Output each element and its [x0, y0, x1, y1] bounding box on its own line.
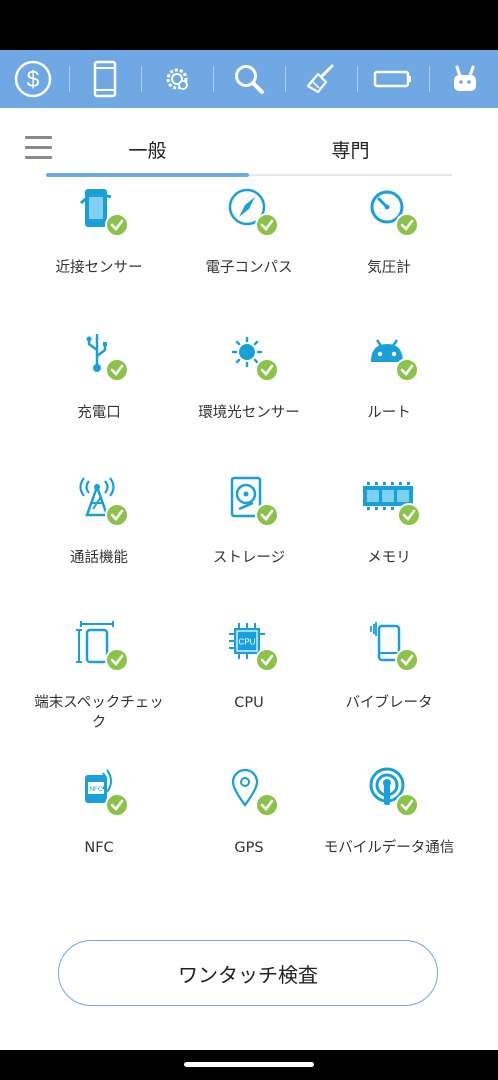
grid-item-label: メモリ: [367, 550, 411, 566]
gear-icon[interactable]: [147, 50, 207, 108]
proximity-sensor-icon: [73, 185, 129, 237]
hard-disk-icon: [223, 475, 279, 527]
check-icon: [395, 213, 419, 237]
check-icon: [395, 793, 419, 817]
rabbit-icon[interactable]: [435, 50, 495, 108]
check-icon: [395, 648, 419, 672]
grid-item-compass[interactable]: 電子コンパス: [174, 185, 324, 295]
grid-item-label: 気圧計: [367, 260, 411, 276]
top-toolbar: $: [0, 50, 498, 108]
grid-item-vibrator[interactable]: バイブレータ: [314, 620, 464, 730]
grid-item-memory[interactable]: メモリ: [314, 475, 464, 585]
status-bar: [0, 0, 498, 50]
svg-text:$: $: [27, 66, 40, 92]
home-indicator[interactable]: [184, 1062, 314, 1067]
toolbar-divider: [213, 66, 214, 92]
gps-icon: [223, 765, 279, 817]
grid-item-label: CPU: [234, 695, 264, 711]
grid-item-device-spec[interactable]: 端末スペックチェック: [24, 620, 174, 745]
check-icon: [105, 793, 129, 817]
grid-item-barometer[interactable]: 気圧計: [314, 185, 464, 295]
grid-item-nfc[interactable]: NFC NFC: [24, 765, 174, 875]
svg-text:CPU: CPU: [239, 638, 256, 647]
grid-item-cpu[interactable]: CPU CPU: [174, 620, 324, 730]
mobile-data-icon: [363, 765, 419, 817]
check-icon: [105, 503, 129, 527]
usb-icon: [73, 330, 129, 382]
device-spec-icon: [73, 620, 129, 672]
compass-icon: [223, 185, 279, 237]
grid-item-storage[interactable]: ストレージ: [174, 475, 324, 585]
grid-item-charging-port[interactable]: 充電口: [24, 330, 174, 440]
check-icon: [105, 213, 129, 237]
phone-icon[interactable]: [75, 50, 135, 108]
check-icon: [105, 648, 129, 672]
android-root-icon: [363, 330, 419, 382]
grid-item-call[interactable]: 通話機能: [24, 475, 174, 585]
grid-item-label: 端末スペックチェック: [34, 695, 164, 731]
check-icon: [397, 503, 421, 527]
grid-item-label: ルート: [367, 405, 411, 421]
broom-icon[interactable]: [291, 50, 351, 108]
check-icon: [255, 648, 279, 672]
tab-general[interactable]: 一般: [46, 136, 249, 172]
grid-item-label: 電子コンパス: [205, 260, 293, 276]
toolbar-divider: [357, 66, 358, 92]
search-icon[interactable]: [219, 50, 279, 108]
grid-item-proximity[interactable]: 近接センサー: [24, 185, 174, 295]
antenna-icon: [73, 475, 129, 527]
grid-item-label: NFC: [84, 840, 114, 856]
grid-item-label: モバイルデータ通信: [323, 840, 455, 856]
toolbar-divider: [429, 66, 430, 92]
check-icon: [255, 793, 279, 817]
toolbar-divider: [285, 66, 286, 92]
check-icon: [105, 358, 129, 382]
check-icon: [255, 213, 279, 237]
grid-item-gps[interactable]: GPS: [174, 765, 324, 875]
battery-icon[interactable]: [363, 50, 423, 108]
cpu-icon: CPU: [223, 620, 279, 672]
ambient-light-icon: [223, 330, 279, 382]
navigation-bar: [0, 1050, 498, 1080]
tab-expert[interactable]: 専門: [249, 136, 452, 172]
nfc-icon: NFC: [73, 765, 129, 817]
grid-item-label: 通話機能: [70, 550, 128, 566]
grid-item-mobile-data[interactable]: モバイルデータ通信: [314, 765, 464, 875]
check-icon: [395, 358, 419, 382]
dollar-icon[interactable]: $: [3, 50, 63, 108]
grid-item-ambient-light[interactable]: 環境光センサー: [174, 330, 324, 440]
check-icon: [255, 503, 279, 527]
check-icon: [255, 358, 279, 382]
memory-icon: [361, 475, 421, 527]
toolbar-divider: [69, 66, 70, 92]
grid-item-label: バイブレータ: [345, 695, 433, 711]
grid-item-label: ストレージ: [212, 550, 286, 566]
vibration-icon: [363, 620, 419, 672]
barometer-icon: [363, 185, 419, 237]
toolbar-divider: [141, 66, 142, 92]
tab-indicator: [46, 173, 249, 177]
grid-item-label: 充電口: [77, 405, 121, 421]
grid-item-label: 環境光センサー: [198, 405, 300, 421]
one-touch-check-button[interactable]: ワンタッチ検査: [58, 940, 438, 1006]
grid-item-root[interactable]: ルート: [314, 330, 464, 440]
svg-text:NFC: NFC: [89, 786, 103, 793]
grid-item-label: 近接センサー: [55, 260, 143, 276]
